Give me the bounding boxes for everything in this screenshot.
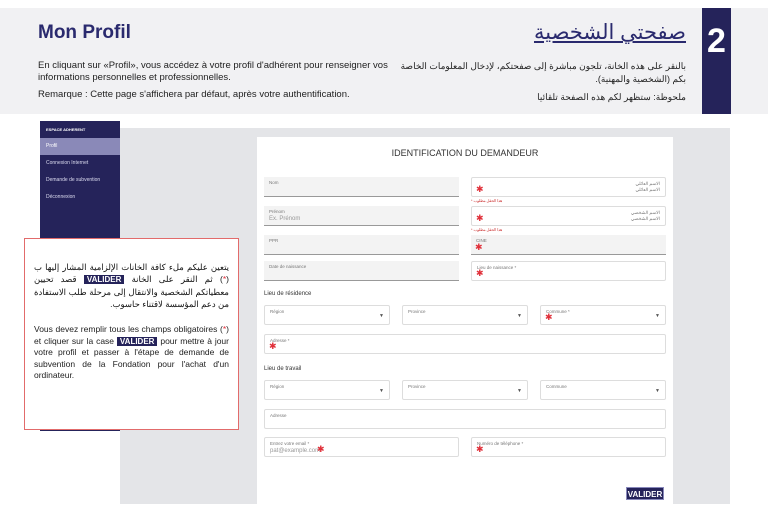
label: Adresse — [270, 413, 287, 418]
required-icon: ✱ — [475, 242, 483, 252]
instruction-ar: يتعين عليكم ملء كافة الخانات الإلزامية ا… — [34, 261, 229, 310]
province-select[interactable]: Province ▼ — [402, 305, 528, 325]
sidebar-item-subvention[interactable]: Demande de subvention — [40, 172, 120, 189]
chevron-down-icon: ▼ — [517, 313, 522, 319]
prenom-ar-field[interactable]: الاسم الشخصي الاسم الشخصي ✱ — [471, 206, 666, 226]
province-travail-select[interactable]: Province ▼ — [402, 380, 528, 400]
required-icon: ✱ — [476, 444, 484, 454]
required-icon: ✱ — [545, 312, 553, 322]
section-residence: Lieu de résidence — [264, 291, 312, 297]
error-text: هذا الحقل مطلوب * — [471, 228, 503, 232]
label: Commune — [546, 384, 567, 389]
step-number: 2 — [702, 8, 731, 114]
form-title: IDENTIFICATION DU DEMANDEUR — [391, 148, 539, 158]
placeholder: الاسم العائلي — [635, 187, 661, 192]
prenom-field[interactable]: Prénom Ex. Prénom — [264, 206, 459, 226]
valider-button[interactable]: VALIDER — [626, 487, 664, 500]
note-ar: ملحوظة: ستظهر لكم هذه الصفحة تلقائيا — [537, 92, 686, 102]
telephone-field[interactable]: Numéro de téléphone * ✱ — [471, 437, 666, 457]
chevron-down-icon: ▼ — [379, 313, 384, 319]
page-title-ar: صفحتي الشخصية — [533, 21, 686, 44]
cine-field[interactable]: CINE ✱ — [471, 235, 666, 255]
nom-field[interactable]: Nom — [264, 177, 459, 197]
placeholder: الاسم الشخصي — [630, 216, 660, 221]
label: Province — [408, 384, 426, 389]
intro-fr: En cliquant sur «Profil», vous accédez à… — [38, 60, 388, 83]
commune-travail-select[interactable]: Commune ▼ — [540, 380, 666, 400]
region-select[interactable]: Région ▼ — [264, 305, 390, 325]
label: Date de naissance — [269, 264, 307, 269]
adresse-travail-field[interactable]: Adresse — [264, 409, 666, 429]
form-card: IDENTIFICATION DU DEMANDEUR Nom Prénom Ex… — [257, 137, 673, 504]
adresse-field[interactable]: Adresse * ✱ — [264, 334, 666, 354]
required-icon: ✱ — [269, 341, 277, 351]
chevron-down-icon: ▼ — [379, 388, 384, 394]
label: Région — [270, 384, 285, 389]
chevron-down-icon: ▼ — [517, 388, 522, 394]
valider-tag: VALIDER — [83, 275, 125, 284]
label: Numéro de téléphone * — [477, 441, 524, 446]
required-icon: ✱ — [476, 268, 484, 278]
label: Entrez votre email * — [270, 441, 310, 446]
commune-select[interactable]: Commune * ✱ ▼ — [540, 305, 666, 325]
chevron-down-icon: ▼ — [655, 313, 660, 319]
section-travail: Lieu de travail — [264, 366, 302, 372]
ppr-field[interactable]: PPR — [264, 235, 459, 255]
sidebar-item-deconnexion[interactable]: Déconnexion — [40, 189, 120, 206]
required-icon: ✱ — [317, 444, 325, 454]
intro-ar: بالنقر على هذه الخانة، تلجون مباشرة إلى … — [400, 61, 686, 84]
label: Prénom — [269, 209, 285, 214]
note-fr: Remarque : Cette page s'affichera par dé… — [38, 89, 350, 100]
label: Région — [270, 309, 285, 314]
required-icon: ✱ — [476, 213, 484, 223]
text: ) ثم النقر على الخانة — [131, 274, 223, 284]
text: Vous devez remplir tous les champs oblig… — [34, 324, 223, 334]
placeholder: Ex. Prénom — [269, 216, 301, 222]
date-naissance-field[interactable]: Date de naissance — [264, 261, 459, 281]
instruction-fr: Vous devez remplir tous les champs oblig… — [34, 324, 229, 382]
nom-ar-field[interactable]: الاسم العائلي الاسم العائلي ✱ — [471, 177, 666, 197]
sidebar-item-connexion[interactable]: Connexion Internet — [40, 155, 120, 172]
label: Nom — [269, 180, 279, 185]
chevron-down-icon: ▼ — [655, 388, 660, 394]
lieu-naissance-field[interactable]: Lieu de naissance * ✱ — [471, 261, 666, 281]
placeholder: pat@example.com — [270, 448, 321, 454]
page-title: Mon Profil — [38, 22, 131, 43]
required-icon: ✱ — [476, 184, 484, 194]
sidebar-heading: ESPACE ADHERENT — [46, 127, 86, 132]
email-field[interactable]: Entrez votre email * pat@example.com ✱ — [264, 437, 459, 457]
label: Province — [408, 309, 426, 314]
valider-tag: VALIDER — [116, 336, 158, 346]
instruction-callout: يتعين عليكم ملء كافة الخانات الإلزامية ا… — [24, 238, 239, 430]
label: PPR — [269, 238, 279, 243]
error-text: هذا الحقل مطلوب * — [471, 199, 503, 203]
region-travail-select[interactable]: Région ▼ — [264, 380, 390, 400]
sidebar-item-profil[interactable]: Profil — [40, 138, 120, 155]
